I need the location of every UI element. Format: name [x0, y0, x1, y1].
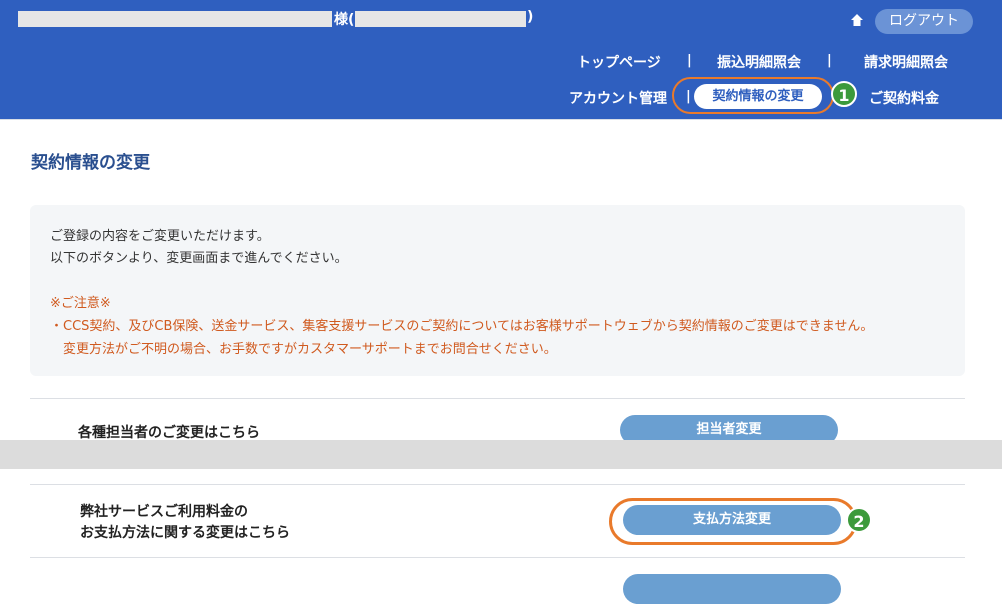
payment-change-label-line1: 弊社サービスご利用料金の — [80, 504, 248, 520]
payment-method-change-button[interactable]: 支払方法変更 — [623, 505, 841, 535]
caution-line-1: ・CCS契約、及びCB保険、送金サービス、集客支援サービスのご契約についてはお客… — [50, 319, 874, 334]
next-action-button[interactable] — [623, 574, 841, 604]
caution-title: ※ご注意※ — [50, 296, 111, 311]
redacted-user-id — [355, 11, 526, 27]
nav-contract-fee[interactable]: ご契約料金 — [869, 88, 939, 108]
logout-button[interactable]: ログアウト — [875, 9, 973, 34]
nav-billing-statements[interactable]: 請求明細照会 — [864, 52, 948, 72]
page-title: 契約情報の変更 — [31, 153, 150, 173]
close-paren-text: ) — [527, 9, 534, 25]
caution-line-2: 変更方法がご不明の場合、お手数ですがカスタマーサポートまでお問合せください。 — [63, 342, 557, 357]
contact-change-label: 各種担当者のご変更はこちら — [78, 425, 260, 441]
nav-separator: | — [827, 53, 832, 68]
nav-contract-change[interactable]: 契約情報の変更 — [694, 84, 822, 109]
row-divider — [30, 398, 965, 399]
notice-line-1: ご登録の内容をご変更いただけます。 — [50, 229, 270, 244]
nav-account-management[interactable]: アカウント管理 — [569, 88, 667, 108]
torn-edge-overlay — [0, 440, 1002, 469]
notice-line-2: 以下のボタンより、変更画面まで進んでください。 — [50, 251, 348, 266]
top-header: 様( ) ログアウト トップページ | 振込明細照会 | 請求明細照会 アカウン… — [0, 0, 1002, 119]
step-badge-1: 1 — [831, 81, 857, 107]
notice-box: ご登録の内容をご変更いただけます。 以下のボタンより、変更画面まで進んでください… — [30, 205, 965, 376]
payment-change-label-line2: お支払方法に関する変更はこちら — [80, 525, 290, 541]
redacted-user-name — [18, 11, 332, 27]
header-divider — [0, 119, 1002, 120]
honorific-text: 様( — [334, 12, 355, 28]
nav-top-page[interactable]: トップページ — [577, 52, 661, 72]
nav-separator: | — [687, 53, 692, 68]
step-badge-2: 2 — [846, 507, 872, 533]
home-icon[interactable] — [850, 13, 864, 27]
row-divider — [30, 484, 965, 485]
row-divider — [30, 557, 965, 558]
nav-transfer-statements[interactable]: 振込明細照会 — [717, 52, 801, 72]
